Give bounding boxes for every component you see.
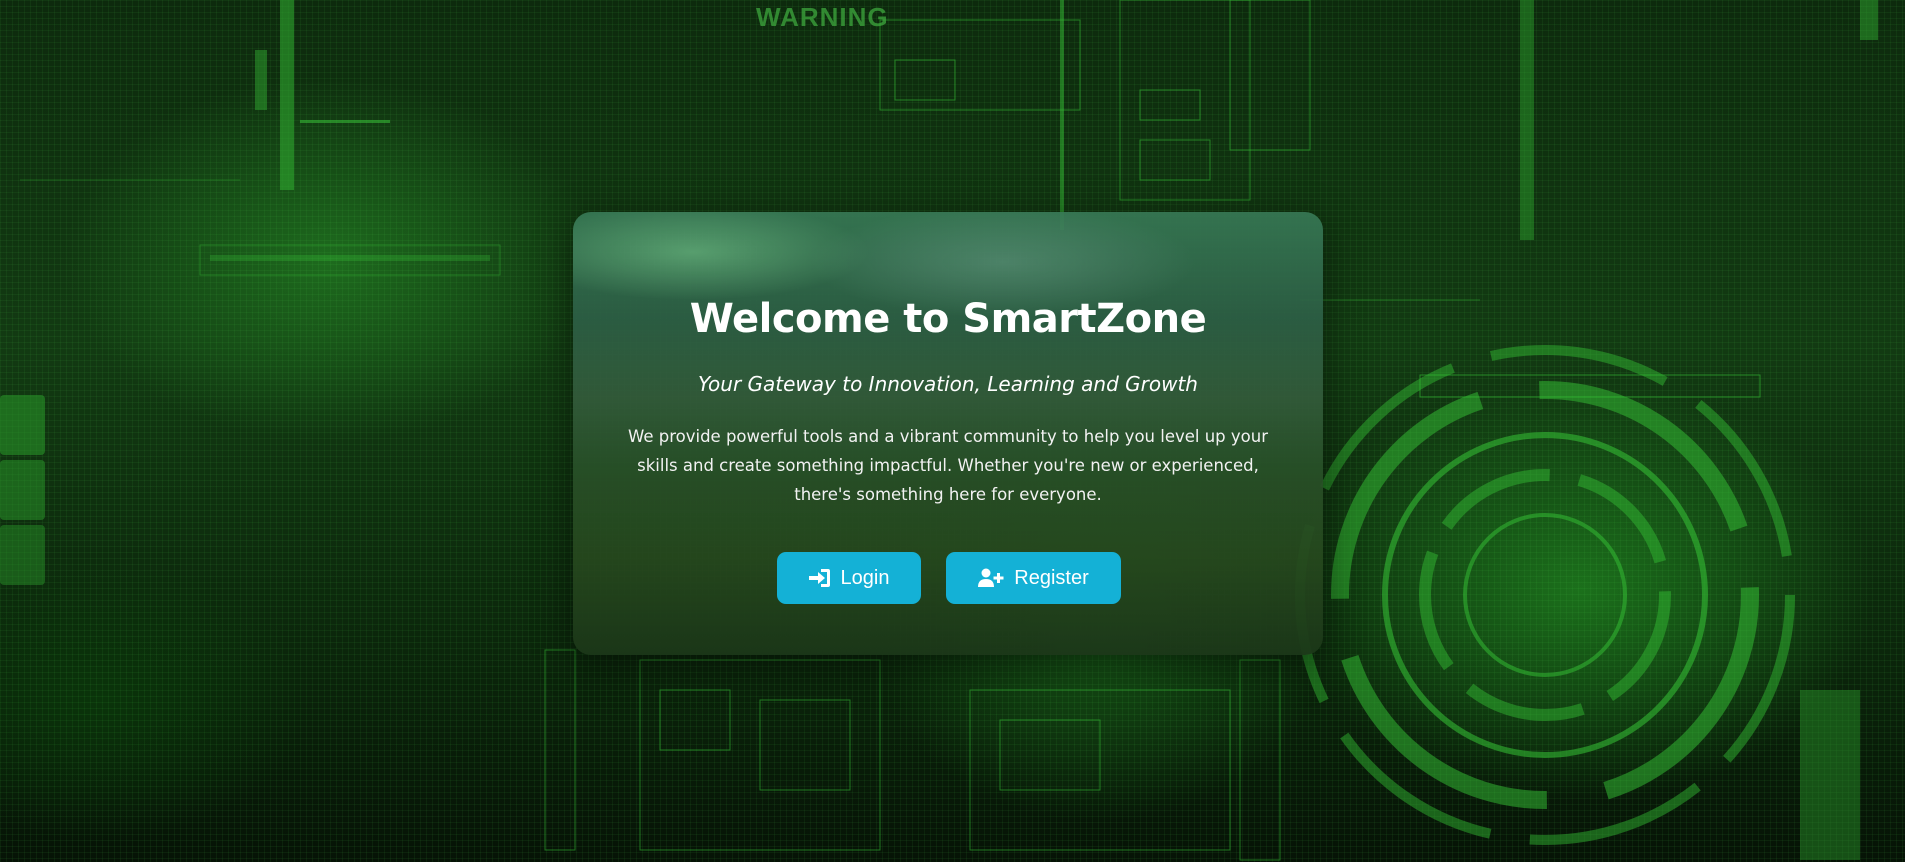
tagline: Your Gateway to Innovation, Learning and… bbox=[698, 372, 1198, 396]
page-title: Welcome to SmartZone bbox=[689, 296, 1207, 342]
register-button-label: Register bbox=[1014, 566, 1089, 589]
register-button[interactable]: Register bbox=[946, 552, 1121, 604]
login-button[interactable]: Login bbox=[777, 552, 921, 604]
description-text: We provide powerful tools and a vibrant … bbox=[628, 427, 1268, 504]
login-button-label: Login bbox=[840, 566, 890, 589]
user-plus-icon bbox=[978, 568, 1004, 588]
background-warning-text: WARNING bbox=[756, 2, 889, 32]
sign-in-icon bbox=[808, 568, 831, 588]
welcome-card: Welcome to SmartZone Your Gateway to Inn… bbox=[573, 212, 1323, 655]
